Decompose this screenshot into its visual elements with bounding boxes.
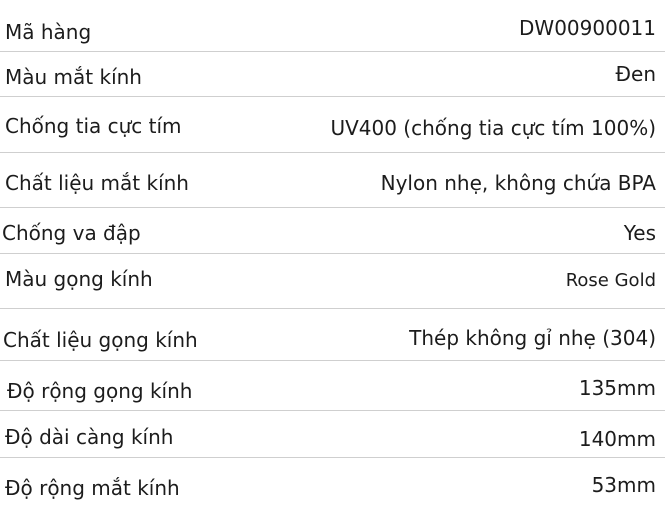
product-spec-table: Mã hàng DW00900011 Màu mắt kính Đen Chốn… — [0, 0, 665, 507]
spec-row-uv-protection: Chống tia cực tím UV400 (chống tia cực t… — [0, 97, 665, 153]
spec-value: 135mm — [578, 376, 656, 400]
spec-label: Chất liệu gọng kính — [3, 328, 198, 352]
spec-value: UV400 (chống tia cực tím 100%) — [330, 116, 656, 140]
spec-label: Mã hàng — [5, 20, 92, 44]
spec-label: Chất liệu mắt kính — [5, 171, 189, 195]
spec-label: Độ rộng gọng kính — [7, 379, 193, 403]
spec-value: Yes — [623, 221, 656, 245]
spec-label: Màu gọng kính — [5, 267, 153, 291]
spec-value: 53mm — [591, 473, 656, 497]
spec-value: Thép không gỉ nhẹ (304) — [409, 326, 656, 350]
spec-label: Chống va đập — [2, 221, 141, 245]
spec-label: Độ dài càng kính — [5, 425, 174, 449]
spec-label: Màu mắt kính — [5, 65, 142, 89]
spec-row-impact-resistance: Chống va đập Yes — [0, 208, 665, 254]
spec-row-temple-length: Độ dài càng kính 140mm — [0, 411, 665, 458]
spec-value: Rose Gold — [565, 270, 656, 291]
spec-row-frame-width: Độ rộng gọng kính 135mm — [0, 361, 665, 411]
spec-row-frame-color: Màu gọng kính Rose Gold — [0, 254, 665, 309]
spec-value: 140mm — [578, 427, 656, 451]
spec-label: Chống tia cực tím — [5, 114, 182, 138]
spec-value: Đen — [615, 62, 656, 86]
spec-row-sku: Mã hàng DW00900011 — [0, 0, 665, 52]
spec-row-lens-material: Chất liệu mắt kính Nylon nhẹ, không chứa… — [0, 153, 665, 208]
spec-row-lens-width: Độ rộng mắt kính 53mm — [0, 458, 665, 507]
spec-value: DW00900011 — [519, 16, 656, 40]
spec-label: Độ rộng mắt kính — [5, 476, 180, 500]
spec-row-lens-color: Màu mắt kính Đen — [0, 52, 665, 97]
spec-row-frame-material: Chất liệu gọng kính Thép không gỉ nhẹ (3… — [0, 309, 665, 361]
spec-value: Nylon nhẹ, không chứa BPA — [380, 171, 656, 195]
